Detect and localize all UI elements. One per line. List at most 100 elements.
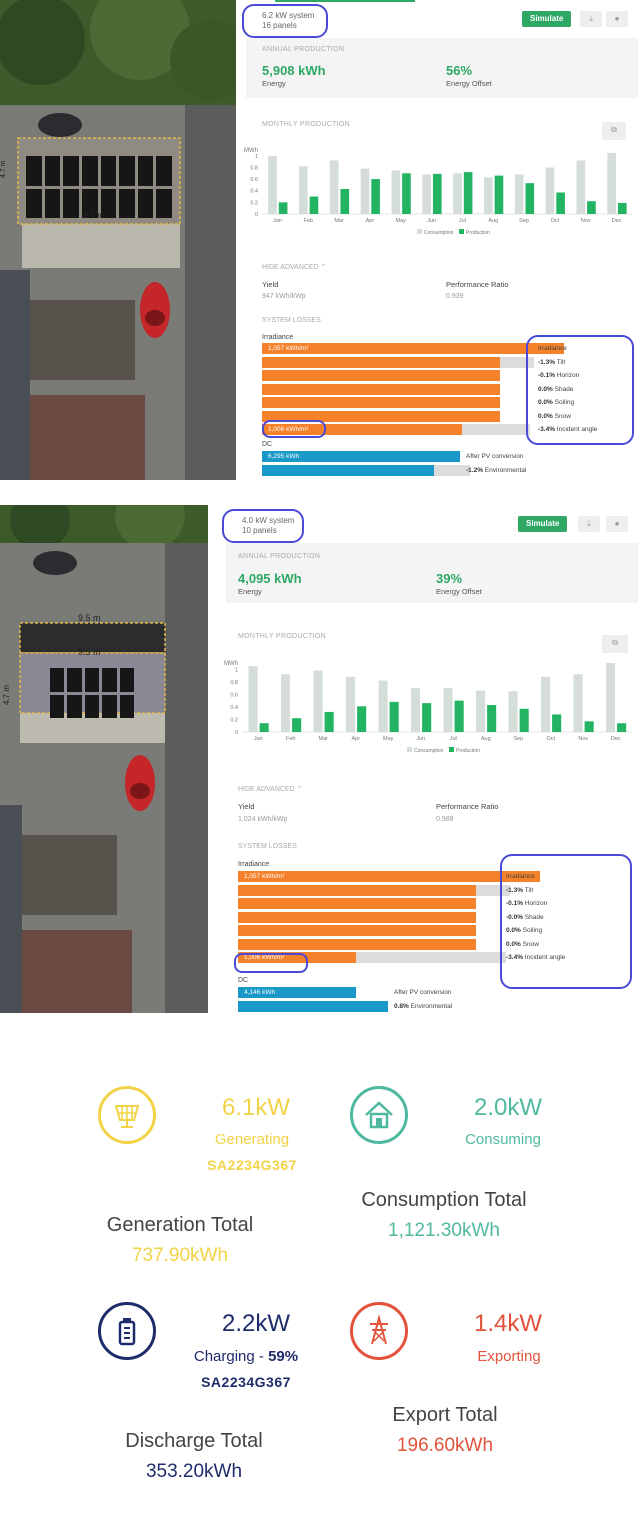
battery-power: 2.2kW bbox=[221, 1310, 290, 1337]
energy-value: 4,095 kWh bbox=[238, 571, 302, 586]
discharge-total-value: 353.20kWh bbox=[145, 1461, 243, 1482]
chart-x-tick-label: Dec bbox=[612, 218, 622, 224]
roof-dimension-label: 9.5 m bbox=[84, 211, 105, 220]
loss-name: After PV conversion bbox=[394, 989, 452, 996]
progress-line bbox=[275, 0, 415, 2]
production-bar bbox=[278, 202, 288, 214]
chart-x-tick-label: Sep bbox=[519, 218, 529, 224]
chart-y-tick-label: 0.6 bbox=[230, 692, 238, 698]
top-bar: 4.0 kW system 10 panels Simulate ⤓ ● bbox=[220, 505, 638, 543]
annual-production-card: ANNUAL PRODUCTION 5,908 kWh Energy 56% E… bbox=[246, 38, 638, 98]
dc-label: DC bbox=[262, 441, 273, 448]
simulate-button[interactable]: Simulate bbox=[522, 11, 572, 27]
consumption-total-label: Consumption Total bbox=[361, 1189, 527, 1211]
chart-x-tick-label: Apr bbox=[366, 218, 375, 224]
annual-production-caption: ANNUAL PRODUCTION bbox=[262, 46, 345, 53]
irradiance-label: Irradiance bbox=[262, 334, 294, 341]
hide-advanced-toggle[interactable]: HIDE ADVANCED ⌃ bbox=[262, 263, 327, 271]
consumption-bar bbox=[484, 177, 493, 214]
consumption-bar bbox=[378, 680, 388, 732]
chart-x-tick-label: Jan bbox=[273, 218, 282, 224]
chart-x-tick-label: May bbox=[396, 218, 407, 224]
performance-ratio-value: 0.988 bbox=[436, 816, 454, 823]
highlight-ring bbox=[242, 4, 328, 38]
production-bar bbox=[357, 706, 367, 732]
solar-panel-icon bbox=[98, 1086, 156, 1144]
chart-x-tick-label: Jun bbox=[427, 218, 436, 224]
energy-offset-label: Energy Offset bbox=[446, 79, 492, 88]
monthly-production-card: MONTHLY PRODUCTION ⧉ MWh 0 0.2 0.4 0.6 0.8 1 Ja… bbox=[224, 625, 638, 760]
loss-remainder-bar bbox=[462, 424, 530, 435]
chart-x-tick-label: Feb bbox=[286, 736, 295, 742]
consumption-bar bbox=[391, 170, 401, 214]
chart-x-tick-label: Dec bbox=[611, 736, 621, 742]
roof-dimension-label: 9.5 m bbox=[78, 647, 101, 657]
monthly-production-card: MONTHLY PRODUCTION ⧉ MWh 0 0.2 0.4 0.6 0.8 1 Ja… bbox=[244, 112, 638, 242]
house-icon bbox=[350, 1086, 408, 1144]
consumption-bar bbox=[576, 160, 586, 214]
production-bar bbox=[617, 723, 627, 732]
production-bar bbox=[552, 714, 562, 732]
generation-total-label: Generation Total bbox=[106, 1214, 254, 1236]
highlight-ring bbox=[526, 335, 634, 445]
copy-icon[interactable]: ⧉ bbox=[602, 122, 626, 140]
settings-icon[interactable]: ● bbox=[606, 516, 628, 532]
dc-loss-label: 0.8% Environmental bbox=[394, 1001, 452, 1012]
dc-waterfall: 4,146 kWh After PV conversion 0.8% Environ… bbox=[238, 987, 638, 1013]
performance-ratio-label: Performance Ratio bbox=[436, 802, 499, 811]
battery-state: Charging - 59% bbox=[151, 1348, 341, 1365]
legend-label-consumption: Consumption bbox=[424, 230, 454, 236]
consumption-bar bbox=[411, 688, 421, 732]
consumption-power: 2.0kW bbox=[473, 1094, 542, 1121]
system-losses-caption: SYSTEM LOSSES bbox=[262, 317, 321, 324]
chart-y-tick-label: 0 bbox=[255, 212, 258, 218]
consumption-bar bbox=[329, 160, 339, 214]
legend-label-production: Production bbox=[456, 748, 480, 754]
pylon-icon bbox=[350, 1302, 408, 1360]
energy-label: Energy bbox=[238, 587, 262, 596]
production-bar bbox=[292, 718, 302, 732]
system-losses-caption: SYSTEM LOSSES bbox=[238, 843, 297, 850]
loss-percent: -1.2% bbox=[466, 467, 485, 474]
consumption-bar bbox=[268, 155, 277, 214]
discharge-total-label: Discharge Total bbox=[125, 1430, 263, 1452]
production-bar bbox=[340, 188, 350, 214]
aerial-map-image bbox=[0, 505, 208, 1013]
simulation-app: 6.2 kW system 16 panels Simulate ⤓ ● ANN… bbox=[240, 0, 638, 480]
solar-panel-array[interactable] bbox=[50, 668, 134, 718]
energy-offset-label: Energy Offset bbox=[436, 587, 482, 596]
simulate-button[interactable]: Simulate bbox=[518, 516, 568, 532]
settings-icon[interactable]: ● bbox=[606, 11, 628, 27]
production-bar bbox=[556, 192, 565, 214]
download-icon[interactable]: ⤓ bbox=[578, 516, 600, 532]
battery-serial: SA2234G367 bbox=[201, 1374, 291, 1390]
dc-loss-label: After PV conversion bbox=[466, 451, 523, 462]
performance-ratio-value: 0.939 bbox=[446, 293, 464, 300]
hide-advanced-toggle[interactable]: HIDE ADVANCED ⌃ bbox=[238, 785, 303, 793]
loss-bar bbox=[262, 370, 500, 381]
monthly-production-chart: MWh00.20.40.60.81Jan Feb Mar Apr May Jun Jul Au… bbox=[244, 148, 632, 236]
chart-y-tick-label: 0.8 bbox=[230, 680, 238, 686]
download-icon[interactable]: ⤓ bbox=[580, 11, 602, 27]
energy-dashboard: 6.1kW Generating SA2234G367 Generation T… bbox=[0, 1040, 638, 1536]
battery-icon bbox=[98, 1302, 156, 1360]
roof-dimension-label: 4.7 m bbox=[2, 684, 11, 705]
consumption-total-value: 1,121.30kWh bbox=[388, 1220, 500, 1241]
legend-swatch-production bbox=[449, 747, 454, 752]
irradiance-top-value: 1,057 kWh/m² bbox=[244, 873, 285, 880]
energy-label: Energy bbox=[262, 79, 286, 88]
export-total-label: Export Total bbox=[392, 1404, 498, 1426]
chart-x-tick-label: Jul bbox=[459, 218, 466, 224]
aerial-roof-view[interactable]: 9.5 m 9.5 m 4.7 m bbox=[0, 505, 208, 1013]
consumption-bar bbox=[313, 670, 323, 732]
aerial-roof-view[interactable]: 9.5 m 4.7 m bbox=[0, 0, 236, 480]
energy-value: 5,908 kWh bbox=[262, 63, 326, 78]
copy-icon[interactable]: ⧉ bbox=[602, 635, 628, 653]
chart-y-tick-label: 0.8 bbox=[250, 165, 258, 171]
monthly-production-caption: MONTHLY PRODUCTION bbox=[238, 633, 326, 640]
production-bar bbox=[617, 202, 627, 214]
chart-y-tick-label: 0.2 bbox=[250, 200, 258, 206]
battery-state-label: Charging - bbox=[193, 1348, 269, 1365]
highlight-ring bbox=[222, 509, 304, 543]
solar-panel-array[interactable] bbox=[26, 156, 172, 218]
